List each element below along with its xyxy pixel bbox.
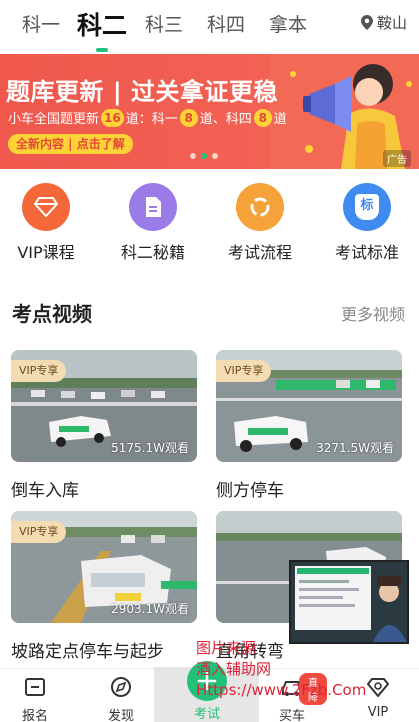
exam-icon xyxy=(197,671,217,691)
floating-video-player[interactable] xyxy=(289,560,409,644)
video-section-header: 考点视频 更多视频 xyxy=(12,298,405,326)
exam-process-icon-circle xyxy=(236,183,284,231)
tab-get-license[interactable]: 拿本 xyxy=(269,10,307,37)
nav-label: 报名 xyxy=(21,709,48,722)
vip-diamond-icon xyxy=(367,678,389,697)
k2-guide-icon-circle xyxy=(129,183,177,231)
floating-video-frame xyxy=(291,562,407,642)
vip-badge: VIP专享 xyxy=(11,521,67,543)
entry-k2-guide[interactable]: 科二秘籍 xyxy=(103,183,203,263)
banner-learn-more-button[interactable]: 全新内容 | 点击了解 xyxy=(8,134,133,154)
section-title: 考点视频 xyxy=(12,302,92,326)
standard-badge-icon: 标 xyxy=(355,194,379,220)
video-card[interactable]: VIP专享 2903.1W观看 坡路定点停车与起步 xyxy=(11,511,197,662)
banner-title: 题库更新 | 过关拿证更稳 xyxy=(6,78,278,106)
nav-item-exam[interactable]: 考试 xyxy=(172,661,242,722)
location-pin-icon xyxy=(360,15,373,30)
video-thumbnail[interactable]: VIP专享 3271.5W观看 xyxy=(216,350,402,462)
promo-banner[interactable]: 题库更新 | 过关拿证更稳 小车全国题更新 16 道：科一 8 道、科四 8 道… xyxy=(0,54,419,169)
banner-sub-suffix: 道 xyxy=(273,112,287,127)
nav-label: VIP xyxy=(367,705,389,720)
video-card[interactable]: VIP专享 5175.1W观看 倒车入库 xyxy=(11,350,197,501)
video-thumbnail[interactable]: VIP专享 5175.1W观看 xyxy=(11,350,197,462)
nav-label: 发现 xyxy=(107,709,134,722)
nav-item-vip[interactable]: VIP xyxy=(343,675,413,720)
discover-icon xyxy=(111,677,131,697)
subject-tabs: 科一 科二 科三 科四 拿本 鞍山 ▔ xyxy=(0,0,419,54)
tab-kemu-1[interactable]: 科一 xyxy=(22,10,60,37)
entry-label: 科二秘籍 xyxy=(120,243,185,262)
view-count: 3271.5W观看 xyxy=(316,441,394,455)
banner-sub-prefix: 小车全国题更新 xyxy=(8,112,100,127)
more-videos-link[interactable]: 更多视频 xyxy=(341,301,405,325)
document-icon xyxy=(146,197,161,217)
vip-course-icon-circle xyxy=(22,183,70,231)
nav-label: 考试 xyxy=(193,707,220,722)
bottom-navigation: 报名 发现 考试 直降 买车 VIP xyxy=(0,661,419,722)
ad-tag: 广告 xyxy=(383,150,411,167)
exam-standard-icon-circle: 标 xyxy=(343,183,391,231)
banner-pagination-dots xyxy=(190,153,218,159)
banner-dot[interactable] xyxy=(212,153,218,159)
banner-dot-active[interactable] xyxy=(201,153,207,159)
top-corner-mark: ▔ xyxy=(408,0,417,7)
entry-label: 考试流程 xyxy=(227,243,292,262)
entry-vip-course[interactable]: VIP课程 xyxy=(0,183,96,263)
entry-label: 考试标准 xyxy=(334,243,399,262)
banner-subtitle: 小车全国题更新 16 道：科一 8 道、科四 8 道 xyxy=(8,108,287,127)
vip-diamond-icon xyxy=(34,197,58,217)
location-city: 鞍山 xyxy=(376,14,407,32)
location-selector[interactable]: 鞍山 xyxy=(360,12,407,33)
nav-label: 买车 xyxy=(278,709,305,722)
price-drop-badge: 直降 xyxy=(299,673,327,705)
video-title[interactable]: 侧方停车 xyxy=(216,476,402,501)
banner-sub-mid1: 道：科一 xyxy=(125,112,178,127)
banner-count-all: 16 xyxy=(101,108,124,127)
quick-entries: VIP课程 科二秘籍 考试流程 标 考试标准 xyxy=(0,183,419,273)
entry-exam-process[interactable]: 考试流程 xyxy=(210,183,310,263)
view-count: 2903.1W观看 xyxy=(111,602,189,616)
view-count: 5175.1W观看 xyxy=(111,441,189,455)
vip-badge: VIP专享 xyxy=(216,360,272,382)
nav-item-buy-car[interactable]: 直降 买车 xyxy=(257,673,327,722)
banner-dot[interactable] xyxy=(190,153,196,159)
banner-count-k4: 8 xyxy=(253,108,272,127)
signup-icon xyxy=(25,678,45,696)
nav-item-discover[interactable]: 发现 xyxy=(86,675,156,722)
video-thumbnail[interactable]: VIP专享 2903.1W观看 xyxy=(11,511,197,623)
banner-count-k1: 8 xyxy=(179,108,198,127)
banner-sub-mid2: 道、科四 xyxy=(199,112,252,127)
exam-fab[interactable] xyxy=(187,661,227,701)
video-title[interactable]: 倒车入库 xyxy=(11,476,197,501)
flow-cycle-icon xyxy=(250,197,270,217)
vip-badge: VIP专享 xyxy=(11,360,67,382)
nav-item-signup[interactable]: 报名 xyxy=(0,675,70,722)
tab-kemu-4[interactable]: 科四 xyxy=(207,10,245,37)
active-tab-indicator xyxy=(96,48,108,52)
tab-kemu-3[interactable]: 科三 xyxy=(145,10,183,37)
video-title[interactable]: 坡路定点停车与起步 xyxy=(11,637,197,662)
entry-label: VIP课程 xyxy=(17,243,75,262)
tab-kemu-2[interactable]: 科二 xyxy=(77,6,127,42)
entry-exam-standard[interactable]: 标 考试标准 xyxy=(317,183,417,263)
video-card[interactable]: VIP专享 3271.5W观看 侧方停车 xyxy=(216,350,402,501)
